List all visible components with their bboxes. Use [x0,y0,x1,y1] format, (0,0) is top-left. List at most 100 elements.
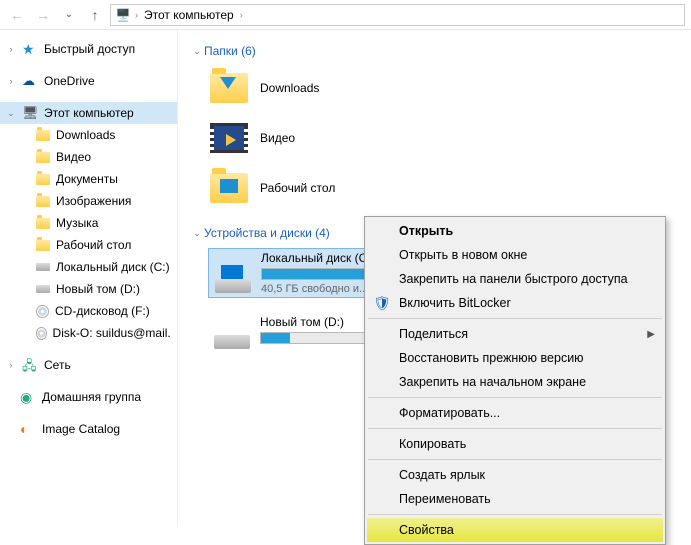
star-icon: ★ [22,41,38,57]
folder-label: Рабочий стол [260,181,335,195]
separator [368,318,662,319]
sidebar-item-downloads[interactable]: Downloads [0,124,177,146]
chevron-down-icon: ⌄ [190,46,204,57]
ctx-label: Форматировать... [399,406,500,420]
nav-back-button[interactable]: ← [6,4,28,26]
chevron-right-icon: › [6,76,16,86]
context-menu: Открыть Открыть в новом окне Закрепить н… [364,216,666,545]
folder-icon [36,196,50,207]
ctx-label: Переименовать [399,492,491,506]
sidebar-label: CD-дисковод (F:) [55,304,150,318]
address-bar: ← → ⌄ ↑ 🖥️ › Этот компьютер › [0,0,691,30]
chevron-down-icon: ⌄ [190,228,204,239]
nav-up-button[interactable]: ↑ [84,4,106,26]
pc-icon: 🖥️ [115,7,131,23]
folder-label: Видео [260,131,295,145]
sidebar-label: Домашняя группа [42,390,141,404]
folder-icon [36,240,50,251]
navigation-sidebar: › ★ Быстрый доступ › ☁ OneDrive ⌄ 🖥 Этот… [0,30,178,527]
sidebar-quick-access[interactable]: › ★ Быстрый доступ [0,38,177,60]
ctx-label: Создать ярлык [399,468,485,482]
ctx-format[interactable]: Форматировать... [367,401,663,425]
sidebar-label: Новый том (D:) [56,282,140,296]
folder-icon [36,152,50,163]
chevron-right-icon: ▶ [647,329,655,340]
desktop-folder-icon [208,170,250,206]
ctx-label: Закрепить на начальном экране [399,375,586,389]
folder-icon [36,130,50,141]
ctx-label: Восстановить прежнюю версию [399,351,584,365]
ctx-open-new-window[interactable]: Открыть в новом окне [367,243,663,267]
drive-icon [212,309,252,349]
ctx-rename[interactable]: Переименовать [367,487,663,511]
folder-label: Downloads [260,81,319,95]
ctx-label: Закрепить на панели быстрого доступа [399,272,628,286]
ctx-label: Поделиться [399,327,468,341]
sidebar-label: OneDrive [44,74,95,88]
separator [368,428,662,429]
catalog-icon: ◐ [20,421,36,437]
sidebar-item-drive-c[interactable]: Локальный диск (C:) [0,256,177,278]
sidebar-label: Сеть [44,358,71,372]
separator [368,397,662,398]
sidebar-label: Рабочий стол [56,238,131,252]
separator [368,459,662,460]
ctx-label: Открыть [399,224,453,238]
sidebar-item-desktop[interactable]: Рабочий стол [0,234,177,256]
drive-icon [36,285,50,293]
sidebar-label: Image Catalog [42,422,120,436]
sidebar-label: Downloads [56,128,115,142]
sidebar-network[interactable]: › 🖧 Сеть [0,354,177,376]
ctx-label: Включить BitLocker [399,296,511,310]
sidebar-item-cd-drive[interactable]: CD-дисковод (F:) [0,300,177,322]
sidebar-this-pc[interactable]: ⌄ 🖥 Этот компьютер [0,102,177,124]
group-header-folders[interactable]: ⌄ Папки (6) [190,40,679,62]
cloud-icon: ☁ [22,73,38,89]
sidebar-item-drive-d[interactable]: Новый том (D:) [0,278,177,300]
sidebar-item-video[interactable]: Видео [0,146,177,168]
ctx-copy[interactable]: Копировать [367,432,663,456]
ctx-properties[interactable]: Свойства [367,518,663,542]
sidebar-onedrive[interactable]: › ☁ OneDrive [0,70,177,92]
network-icon: 🖧 [22,357,38,373]
ctx-open[interactable]: Открыть [367,219,663,243]
shield-icon: 🛡 [373,294,391,312]
folder-icon [36,218,50,229]
chevron-down-icon: ⌄ [6,108,16,119]
sidebar-item-disk-o[interactable]: Disk-O: suildus@mail.ru (O:) [0,322,177,344]
sidebar-item-documents[interactable]: Документы [0,168,177,190]
nav-recent-button[interactable]: ⌄ [58,4,80,26]
ctx-restore-version[interactable]: Восстановить прежнюю версию [367,346,663,370]
ctx-pin-quick-access[interactable]: Закрепить на панели быстрого доступа [367,267,663,291]
chevron-right-icon: › [135,10,138,20]
homegroup-icon: ◉ [20,389,36,405]
folder-desktop[interactable]: Рабочий стол [208,166,428,210]
ctx-label: Свойства [399,523,454,537]
nav-forward-button[interactable]: → [32,4,54,26]
group-label: Папки (6) [204,44,256,58]
ctx-label: Открыть в новом окне [399,248,527,262]
sidebar-label: Музыка [56,216,98,230]
folder-downloads[interactable]: Downloads [208,66,428,110]
ctx-bitlocker[interactable]: 🛡 Включить BitLocker [367,291,663,315]
sidebar-item-music[interactable]: Музыка [0,212,177,234]
sidebar-item-pictures[interactable]: Изображения [0,190,177,212]
separator [368,514,662,515]
sidebar-label: Изображения [56,194,131,208]
sidebar-label: Быстрый доступ [44,42,135,56]
chevron-right-icon: › [6,44,16,54]
sidebar-image-catalog[interactable]: ◐ Image Catalog [0,418,177,440]
ctx-pin-start[interactable]: Закрепить на начальном экране [367,370,663,394]
sidebar-homegroup[interactable]: ◉ Домашняя группа [0,386,177,408]
folder-video[interactable]: Видео [208,116,428,160]
ctx-create-shortcut[interactable]: Создать ярлык [367,463,663,487]
address-input[interactable]: 🖥️ › Этот компьютер › [110,4,685,26]
ctx-label: Копировать [399,437,466,451]
disc-icon [36,327,47,340]
folder-icon [36,174,50,185]
breadcrumb-this-pc[interactable]: Этот компьютер [142,8,236,22]
ctx-share[interactable]: Поделиться ▶ [367,322,663,346]
chevron-right-icon: › [6,360,16,370]
group-label: Устройства и диски (4) [204,226,330,240]
video-folder-icon [208,120,250,156]
